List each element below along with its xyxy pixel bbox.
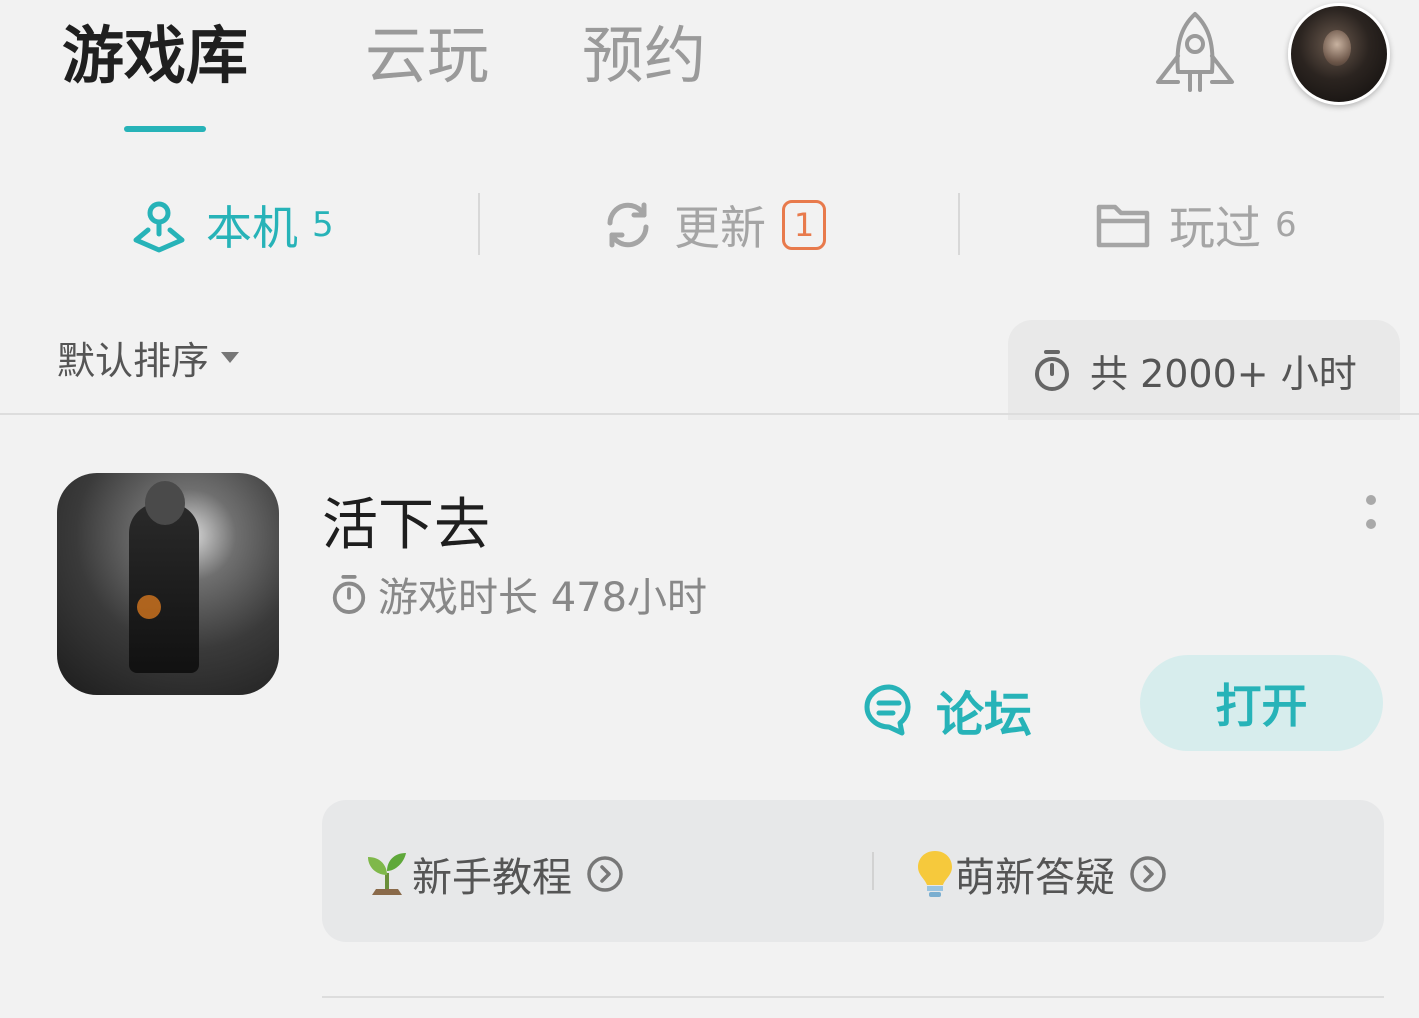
help-divider [872,852,874,890]
lightbulb-icon [918,851,952,897]
stopwatch-icon [1035,350,1069,391]
caret-down-icon [221,352,240,363]
divider [478,193,480,255]
tutorial-label: 新手教程 [412,855,572,901]
forum-chat-icon [864,684,911,736]
avatar-face [1323,30,1351,66]
rocket-icon[interactable] [1150,10,1240,98]
update-count-badge: 1 [782,200,826,250]
subtab-update-label: 更新 [674,201,766,255]
tab-cloud-play[interactable]: 云玩 [365,18,489,94]
cover-figure-head [145,481,185,525]
subtab-played-count: 6 [1275,205,1297,245]
total-playtime-chip: 共 2000+ 小时 [1008,320,1400,420]
subtab-update[interactable]: 更新 1 [600,190,826,260]
game-cover-image[interactable] [57,473,279,695]
arrow-right-circle-icon [1130,856,1166,892]
more-vertical-icon[interactable] [1362,495,1380,539]
active-tab-indicator [124,126,206,132]
subtab-played[interactable]: 玩过 6 [1095,190,1297,260]
tab-reservation[interactable]: 预约 [582,18,706,94]
cover-light [137,595,161,619]
location-pin-icon [133,201,185,253]
subtab-local-label: 本机 [206,201,298,255]
newbie-qa-link[interactable]: 萌新答疑 [915,845,1167,903]
sort-dropdown[interactable]: 默认排序 [57,330,240,385]
game-title: 活下去 [322,493,490,558]
tab-library[interactable]: 游戏库 [62,18,248,94]
total-playtime-text: 共 2000+ 小时 [1090,351,1357,396]
refresh-icon [607,202,649,248]
cover-figure [129,503,199,673]
folder-icon [1096,204,1150,248]
sort-label: 默认排序 [57,339,210,383]
open-game-button[interactable]: 打开 [1140,655,1383,751]
user-avatar[interactable] [1288,3,1390,105]
arrow-right-circle-icon [587,856,623,892]
sprout-icon [368,853,406,895]
game-play-time: 游戏时长 478小时 [330,565,707,623]
divider [958,193,960,255]
qa-label: 萌新答疑 [955,855,1115,901]
forum-label: 论坛 [936,687,1033,743]
stopwatch-icon [332,575,366,614]
forum-button[interactable]: 论坛 [862,675,1032,745]
section-divider [0,413,1419,415]
subtab-local-count: 5 [312,205,334,245]
play-time-text: 游戏时长 478小时 [378,575,708,621]
subtab-local[interactable]: 本机 5 [130,190,334,260]
tutorial-link[interactable]: 新手教程 [362,845,624,903]
list-divider [322,996,1384,998]
subtab-played-label: 玩过 [1169,201,1261,255]
